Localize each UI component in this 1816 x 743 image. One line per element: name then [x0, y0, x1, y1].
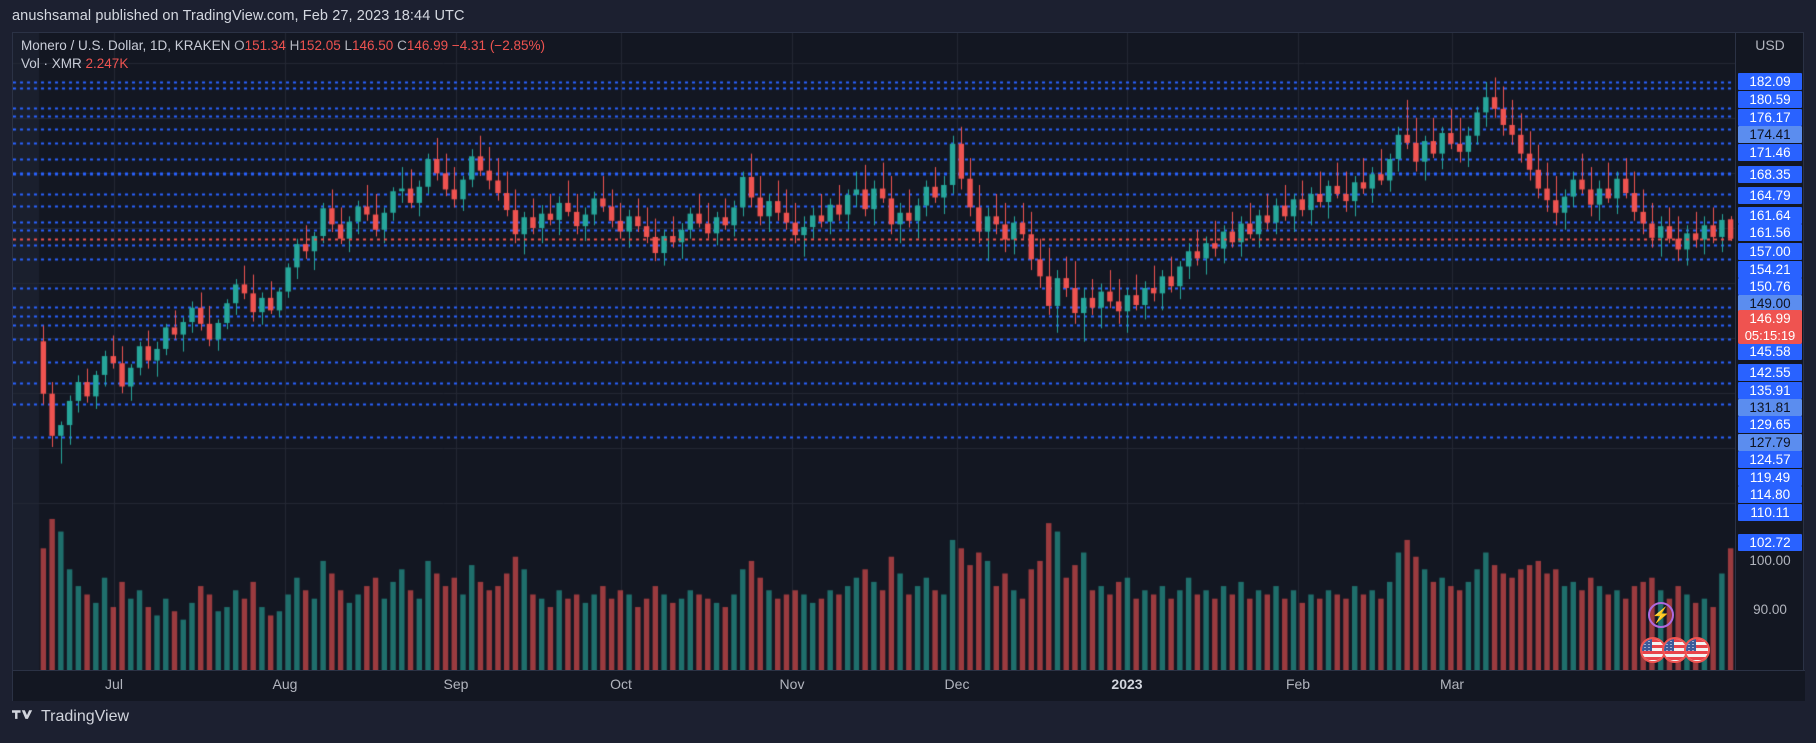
- price-label[interactable]: 164.79: [1738, 187, 1802, 204]
- tradingview-logo-icon: [12, 710, 34, 724]
- price-label[interactable]: 100.00: [1738, 552, 1802, 569]
- time-axis-label: 2023: [1111, 676, 1142, 692]
- time-axis-label: Feb: [1286, 676, 1310, 692]
- price-label[interactable]: 161.64: [1738, 207, 1802, 224]
- time-axis-label: Sep: [444, 676, 469, 692]
- bar-countdown: 05:15:19: [1738, 327, 1802, 344]
- price-label[interactable]: 131.81: [1738, 399, 1802, 416]
- tradingview-chart-screenshot: anushsamal published on TradingView.com,…: [0, 0, 1816, 743]
- price-label[interactable]: 124.57: [1738, 451, 1802, 468]
- price-label[interactable]: 114.80: [1738, 486, 1802, 503]
- price-label[interactable]: 161.56: [1738, 224, 1802, 241]
- price-label[interactable]: 127.79: [1738, 434, 1802, 451]
- price-label[interactable]: 119.49: [1738, 469, 1802, 486]
- price-label[interactable]: 157.00: [1738, 243, 1802, 260]
- price-label[interactable]: 90.00: [1738, 601, 1802, 618]
- price-label[interactable]: 110.11: [1738, 504, 1802, 521]
- price-label[interactable]: 150.76: [1738, 278, 1802, 295]
- tradingview-brand: TradingView: [12, 708, 129, 726]
- price-label[interactable]: 142.55: [1738, 364, 1802, 381]
- chart-plot-area[interactable]: Monero / U.S. Dollar, 1D, KRAKEN O151.34…: [13, 33, 1735, 670]
- time-axis-label: Dec: [945, 676, 970, 692]
- price-label[interactable]: 102.72: [1738, 534, 1802, 551]
- published-attribution: anushsamal published on TradingView.com,…: [0, 0, 1816, 32]
- price-label[interactable]: 171.46: [1738, 144, 1802, 161]
- price-label[interactable]: 176.17: [1738, 109, 1802, 126]
- price-scale-currency: USD: [1736, 37, 1804, 53]
- tradingview-brand-label: TradingView: [41, 708, 129, 726]
- price-label[interactable]: 182.09: [1738, 73, 1802, 90]
- price-label[interactable]: 154.21: [1738, 261, 1802, 278]
- lightning-bolt-icon[interactable]: ⚡: [1648, 602, 1674, 628]
- time-axis-label: Mar: [1440, 676, 1464, 692]
- price-label[interactable]: 174.41: [1738, 126, 1802, 143]
- time-scale[interactable]: Jul Aug Sep Oct Nov Dec 2023 Feb Mar: [13, 670, 1805, 701]
- current-price-value: 146.99: [1738, 310, 1802, 327]
- price-scale[interactable]: USD 182.09180.59176.17174.41171.46 168.35…: [1735, 33, 1803, 670]
- price-label[interactable]: 168.35: [1738, 166, 1802, 183]
- time-axis-label: Nov: [780, 676, 805, 692]
- time-axis-label: Aug: [273, 676, 298, 692]
- price-label[interactable]: 135.91: [1738, 382, 1802, 399]
- price-label[interactable]: 145.58: [1738, 343, 1802, 360]
- current-price-badge[interactable]: 146.99 05:15:19: [1738, 310, 1802, 344]
- candlestick-canvas[interactable]: [13, 33, 1735, 670]
- price-label[interactable]: 129.65: [1738, 416, 1802, 433]
- time-axis-label: Oct: [610, 676, 632, 692]
- price-label[interactable]: 180.59: [1738, 91, 1802, 108]
- chart-frame: Monero / U.S. Dollar, 1D, KRAKEN O151.34…: [12, 32, 1804, 701]
- us-flag-icon[interactable]: [1684, 637, 1710, 663]
- time-axis-label: Jul: [105, 676, 123, 692]
